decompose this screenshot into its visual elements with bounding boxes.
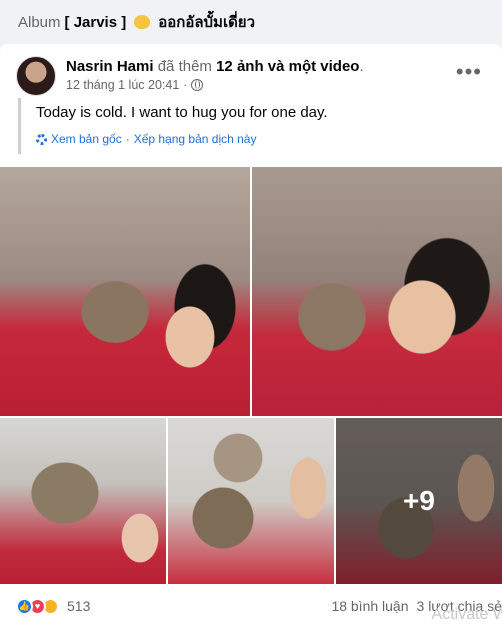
like-reaction-icon[interactable]: 👍	[16, 597, 33, 615]
post-header: Nasrin Hami đã thêm 12 ảnh và một video.…	[16, 56, 486, 100]
album-suffix: ออกอัลบั้มเดี่ยว	[158, 14, 256, 31]
more-options-button[interactable]: •••	[456, 61, 482, 83]
action-media-link[interactable]: 12 ảnh và một video	[216, 58, 359, 75]
post-footer: 👍 ♥ 513 18 bình luận 3 lượt chia sẻ	[16, 594, 502, 618]
post-text: Today is cold. I want to hug you for one…	[36, 104, 328, 121]
meta-separator: ·	[183, 78, 188, 92]
cat-emoji-icon	[134, 15, 151, 29]
rate-translation-link[interactable]: Xếp hạng bản dịch này	[134, 132, 257, 146]
translation-row: Xem bản gốc · Xếp hạng bản dịch này	[36, 132, 256, 146]
more-photos-overlay[interactable]: +9	[336, 418, 502, 584]
globe-icon	[191, 79, 204, 91]
action-text: đã thêm	[153, 58, 217, 75]
gear-icon	[36, 133, 47, 145]
post-card: Nasrin Hami đã thêm 12 ảnh và một video.…	[0, 44, 502, 628]
photo-5[interactable]: +9	[336, 418, 502, 584]
photo-4[interactable]	[168, 418, 334, 584]
photo-1[interactable]	[0, 167, 250, 416]
photo-2[interactable]	[252, 167, 502, 416]
album-breadcrumb: Album [ Jarvis ] ออกอัลบั้มเดี่ยว	[0, 0, 502, 44]
album-name-link[interactable]: [ Jarvis ]	[65, 14, 127, 31]
action-end: .	[359, 58, 364, 75]
activate-windows-watermark: Activate W	[431, 606, 502, 623]
post-meta: 12 tháng 1 lúc 20:41 ·	[66, 78, 204, 92]
reaction-count[interactable]: 513	[67, 598, 90, 614]
album-prefix: Album	[18, 13, 61, 31]
post-timestamp[interactable]: 12 tháng 1 lúc 20:41	[66, 78, 179, 92]
post-author-line: Nasrin Hami đã thêm 12 ảnh và một video.	[66, 58, 364, 75]
author-name[interactable]: Nasrin Hami	[66, 58, 154, 75]
avatar[interactable]	[16, 56, 56, 96]
quote-bar	[18, 98, 21, 154]
translation-separator: ·	[125, 132, 130, 146]
see-original-link[interactable]: Xem bản gốc	[51, 132, 122, 146]
comments-count[interactable]: 18 bình luận	[331, 598, 408, 614]
photo-3[interactable]	[0, 418, 166, 584]
